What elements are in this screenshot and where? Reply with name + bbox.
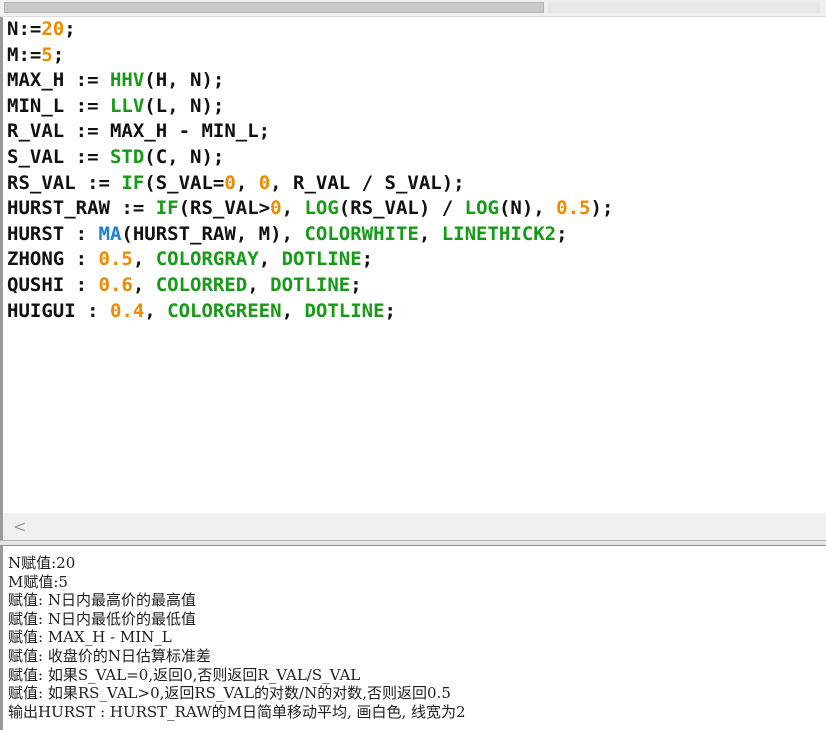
code-function: LLV <box>109 94 145 117</box>
code-function: LOG <box>464 197 499 220</box>
code-text: , <box>258 248 282 271</box>
description-line: N赋值:20 <box>8 554 76 572</box>
code-number: 0 <box>224 171 236 194</box>
code-text: , <box>281 299 305 322</box>
code-line[interactable]: MIN_L := LLV(L, N); <box>7 94 613 120</box>
code-text: (L, N); <box>144 94 225 117</box>
code-number: 0.5 <box>98 248 133 271</box>
formula-code-editor[interactable]: N:=20; M:=5; MAX_H := HHV(H, N); MIN_L := L… <box>0 17 826 513</box>
code-text: , <box>132 248 156 271</box>
formula-description-panel: N赋值:20 M赋值:5 赋值: N日内最高价的最高值 赋值: N日内最低价的最低值赋… <box>0 546 826 730</box>
code-text: N:= <box>7 18 42 40</box>
code-text: (N), <box>498 197 557 220</box>
code-number: 5 <box>41 43 53 66</box>
scroll-left-arrow-icon[interactable]: < <box>13 517 26 536</box>
code-line[interactable]: ZHONG : 0.5, COLORGRAY, DOTLINE; <box>7 247 613 273</box>
code-function: HHV <box>109 69 145 92</box>
editor-horizontal-scrollbar[interactable]: < <box>0 513 826 540</box>
code-text: (S_VAL= <box>144 171 225 194</box>
code-keyword: DOTLINE <box>304 299 385 322</box>
code-text: ; <box>52 43 65 66</box>
code-number: 0.6 <box>98 273 133 296</box>
code-number: 0.4 <box>109 299 145 322</box>
code-text: S_VAL := <box>7 145 110 168</box>
code-function: LOG <box>304 197 339 220</box>
code-function: IF <box>155 197 179 220</box>
code-text: QUSHI : <box>7 273 99 296</box>
code-text: (RS_VAL) / <box>338 197 465 220</box>
code-text: ZHONG : <box>7 248 99 271</box>
code-text: , <box>281 197 305 220</box>
code-number: 0 <box>270 197 282 220</box>
code-line[interactable]: HUIGUI : 0.4, COLORGREEN, DOTLINE; <box>7 299 613 325</box>
code-content[interactable]: N:=20; M:=5; MAX_H := HHV(H, N); MIN_L := L… <box>7 17 613 324</box>
code-text: M:= <box>7 43 42 66</box>
code-line[interactable]: S_VAL := STD(C, N); <box>7 145 613 171</box>
code-text: (C, N); <box>144 145 225 168</box>
code-keyword: DOTLINE <box>281 248 362 271</box>
code-line[interactable]: QUSHI : 0.6, COLORRED, DOTLINE; <box>7 273 613 299</box>
code-text: RS_VAL := <box>7 171 122 194</box>
code-keyword: COLORRED <box>155 273 248 296</box>
top-scrollbar-track[interactable] <box>548 2 820 13</box>
code-line[interactable]: R_VAL := MAX_H - MIN_L; <box>7 119 613 145</box>
code-number: 20 <box>41 18 65 40</box>
code-text: (HURST_RAW, M), <box>121 222 305 245</box>
code-text: , <box>132 273 156 296</box>
code-number: 0.5 <box>556 197 591 220</box>
code-line[interactable]: RS_VAL := IF(S_VAL=0, 0, R_VAL / S_VAL); <box>7 171 613 197</box>
code-function: STD <box>109 145 145 168</box>
description-lines: N赋值:20 M赋值:5 赋值: N日内最高价的最高值 赋值: N日内最低价的最低值赋… <box>8 554 466 721</box>
description-line: M赋值:5 <box>8 572 68 591</box>
description-line: 赋值: 收盘价的N日估算标准差 <box>8 646 211 665</box>
code-line[interactable]: HURST : MA(HURST_RAW, M), COLORWHITE, LI… <box>7 222 613 248</box>
description-line: 输出HURST : HURST_RAW的M日简单移动平均, 画白色, 线宽为2 <box>8 702 466 721</box>
code-text: ; <box>350 273 362 296</box>
code-text: HURST : <box>7 222 99 245</box>
top-scrollbar-thumb[interactable] <box>4 2 544 13</box>
code-function: IF <box>121 171 145 194</box>
code-text: HUIGUI : <box>7 299 110 322</box>
code-ma-function: MA <box>98 222 122 245</box>
code-text: (RS_VAL> <box>178 197 271 220</box>
code-text: ; <box>556 222 568 245</box>
code-text: ; <box>361 248 374 271</box>
code-line[interactable]: MAX_H := HHV(H, N); <box>7 68 613 94</box>
code-number: 0 <box>258 171 271 194</box>
code-text: , <box>247 273 271 296</box>
code-text: MAX_H := <box>7 69 110 92</box>
code-text: HURST_RAW := <box>7 197 156 220</box>
code-keyword: COLORGRAY <box>155 248 259 271</box>
code-text: , R_VAL / S_VAL); <box>270 171 465 194</box>
code-keyword: COLORGREEN <box>167 299 282 322</box>
code-keyword: LINETHICK2 <box>441 222 557 245</box>
code-line[interactable]: M:=5; <box>7 43 613 69</box>
code-line[interactable]: N:=20; <box>7 17 613 43</box>
top-horizontal-scrollbar[interactable] <box>0 0 826 17</box>
code-text: (H, N); <box>144 69 225 92</box>
code-text: , <box>144 299 168 322</box>
description-line: 赋值: 如果RS_VAL>0,返回RS_VAL的对数/N的对数,否则返回0.5 <box>8 684 451 703</box>
description-line: 赋值: MAX_H - MIN_L <box>8 628 172 647</box>
code-text: ; <box>64 18 76 40</box>
description-line: 赋值: N日内最高价的最高值 <box>8 591 196 610</box>
code-line[interactable]: HURST_RAW := IF(RS_VAL>0, LOG(RS_VAL) / … <box>7 196 613 222</box>
code-text: ); <box>590 197 614 220</box>
code-keyword: DOTLINE <box>270 273 351 296</box>
description-line: 赋值: 如果S_VAL=0,返回0,否则返回R_VAL/S_VAL <box>8 665 361 684</box>
description-line: 赋值: N日内最低价的最低值 <box>8 609 196 628</box>
code-text: ; <box>384 299 396 322</box>
code-text: , <box>235 171 259 194</box>
code-text: MIN_L := <box>7 94 110 117</box>
code-text: , <box>418 222 442 245</box>
code-keyword: COLORWHITE <box>304 222 419 245</box>
code-text: R_VAL := MAX_H - MIN_L; <box>7 120 271 143</box>
